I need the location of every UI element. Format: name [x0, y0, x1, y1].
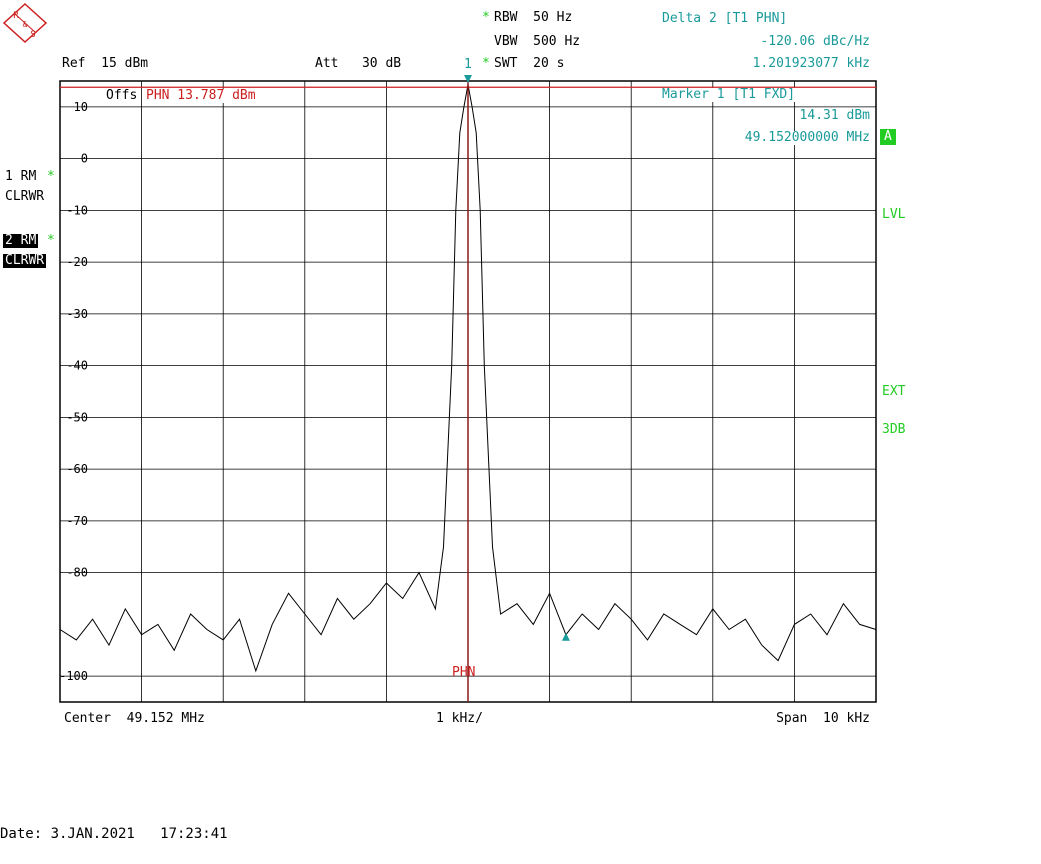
y-tick-label: 10 [74, 100, 88, 114]
y-tick-label: -30 [66, 307, 88, 321]
marker1-freq: 49.152000000 MHz [744, 130, 870, 145]
span: Span 10 kHz [776, 711, 870, 726]
y-tick-label: -80 [66, 566, 88, 580]
delta2-marker-triangle [561, 632, 570, 641]
date-stamp: Date: 3.JAN.2021 17:23:41 [0, 826, 228, 842]
marker1-title: Marker 1 [T1 FXD] [662, 87, 796, 102]
y-tick-label: -10 [66, 203, 88, 217]
y-tick-label: -50 [66, 410, 88, 424]
y-tick-label: -100 [59, 669, 88, 683]
y-tick-label: -20 [66, 255, 88, 269]
spectrum-plot: 10 0 -10 -20 -30 -40 -50 -60 -70 -80 -100 [59, 75, 877, 703]
frequency-per-division: 1 kHz/ [436, 711, 483, 726]
phn-level-label: PHN 13.787 dBm [146, 88, 256, 103]
y-tick-label: -70 [66, 514, 88, 528]
center-frequency: Center 49.152 MHz [64, 711, 205, 726]
y-tick-label: -40 [66, 359, 88, 373]
y-tick-labels: 10 0 -10 -20 -30 -40 -50 -60 -70 -80 -100 [59, 100, 88, 683]
offset-label: Offs [106, 88, 138, 103]
y-tick-label: 0 [81, 152, 88, 166]
phn-bottom-label: PHN [452, 665, 476, 680]
marker1-level: 14.31 dBm [799, 108, 870, 123]
y-tick-label: -60 [66, 462, 88, 476]
marker1-triangle [464, 75, 472, 83]
